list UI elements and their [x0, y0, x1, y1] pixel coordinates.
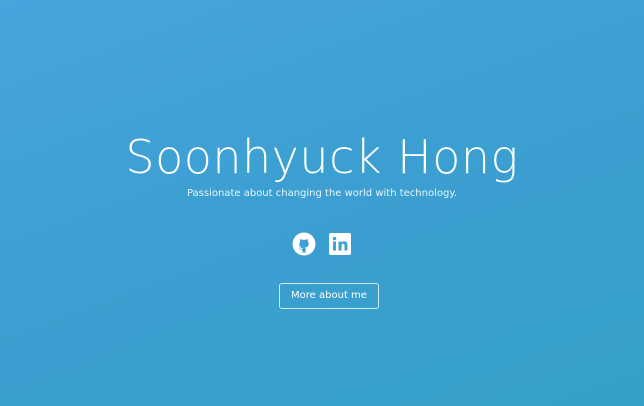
- linkedin-icon: [328, 233, 351, 255]
- linkedin-link[interactable]: [328, 232, 352, 256]
- hero-section: Soonhyuck Hong Passionate about changing…: [0, 0, 644, 406]
- github-icon: [292, 232, 316, 256]
- tagline: Passionate about changing the world with…: [186, 188, 458, 199]
- social-links: [0, 232, 644, 256]
- github-link[interactable]: [292, 232, 316, 256]
- page-title: Soonhyuck Hong: [125, 130, 519, 184]
- more-about-me-button[interactable]: More about me: [279, 283, 379, 309]
